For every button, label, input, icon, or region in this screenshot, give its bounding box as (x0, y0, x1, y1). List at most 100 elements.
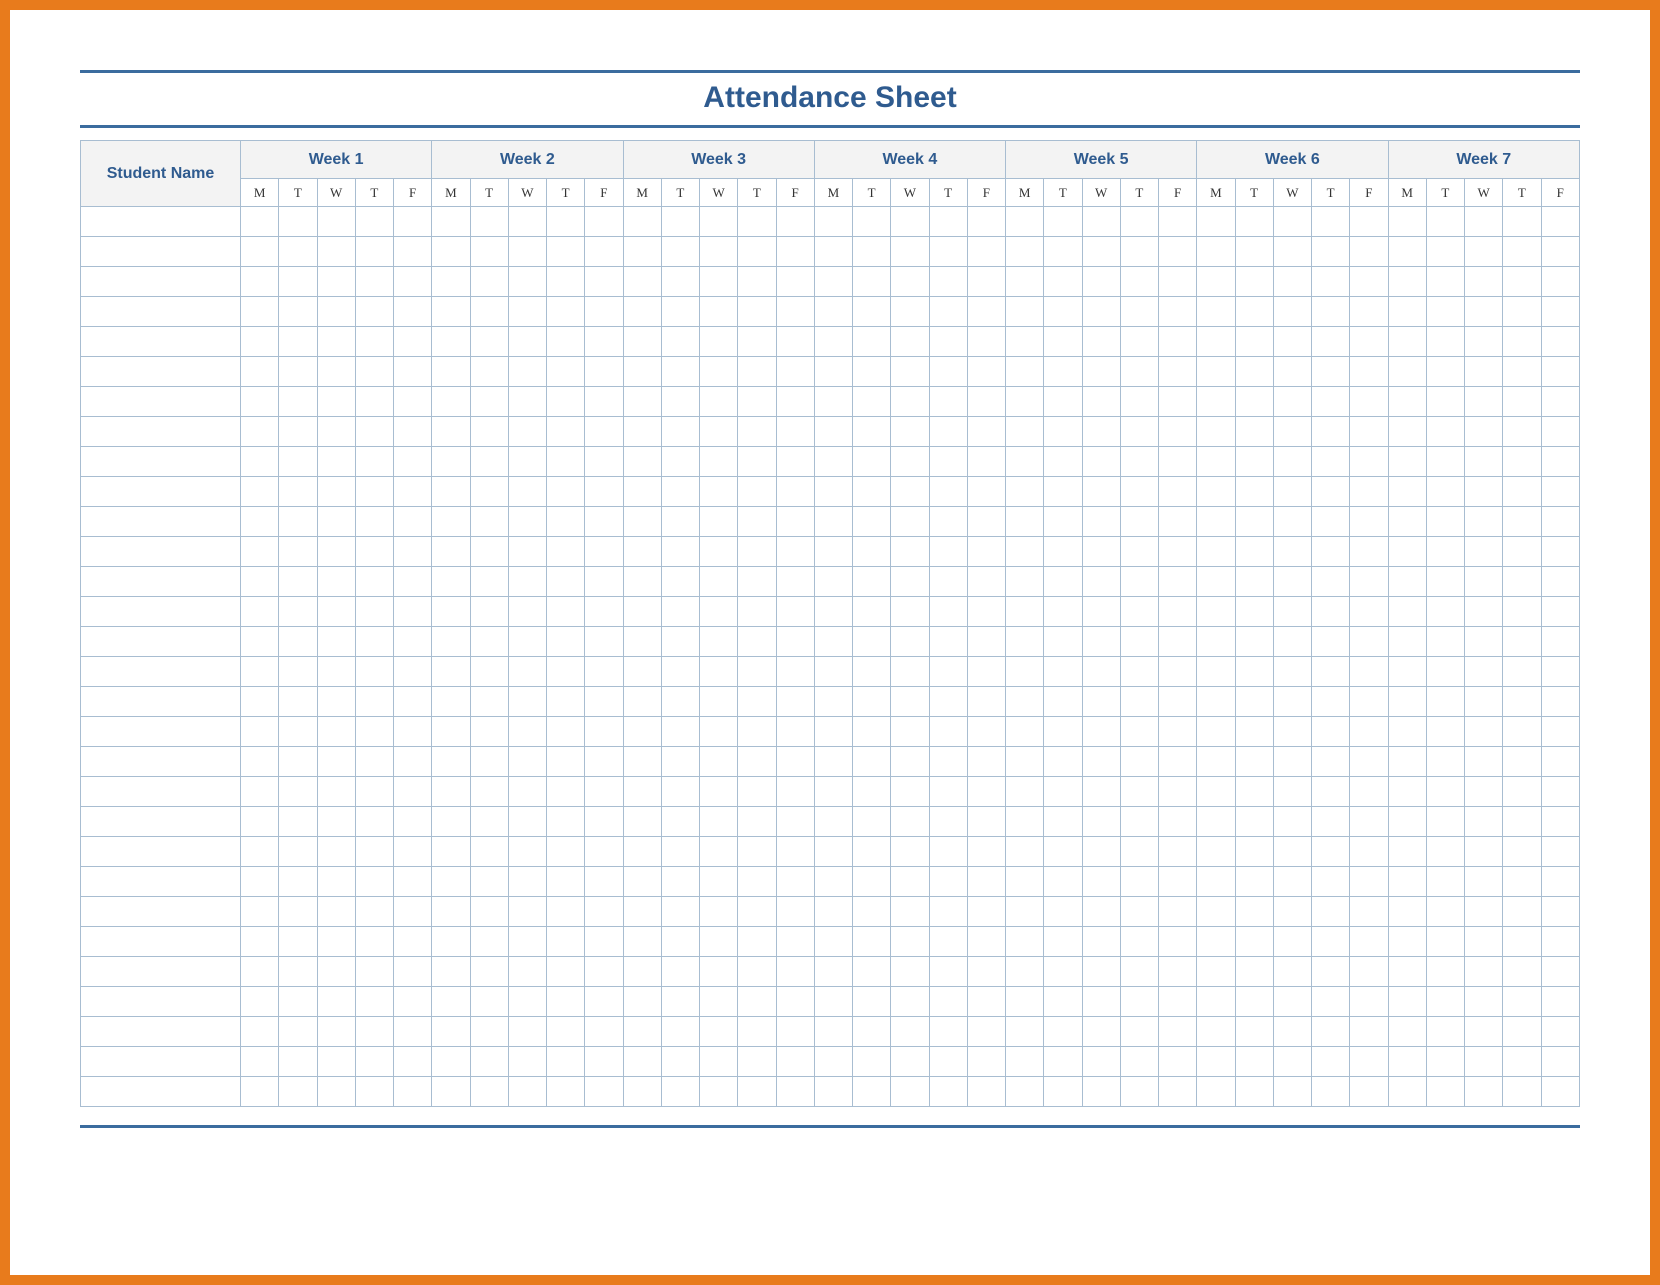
attendance-cell[interactable] (355, 927, 393, 957)
attendance-cell[interactable] (1273, 897, 1311, 927)
attendance-cell[interactable] (585, 1017, 623, 1047)
attendance-cell[interactable] (929, 897, 967, 927)
attendance-cell[interactable] (355, 477, 393, 507)
attendance-cell[interactable] (814, 597, 852, 627)
attendance-cell[interactable] (891, 267, 929, 297)
attendance-cell[interactable] (623, 807, 661, 837)
attendance-cell[interactable] (279, 327, 317, 357)
attendance-cell[interactable] (1120, 657, 1158, 687)
attendance-cell[interactable] (738, 1077, 776, 1107)
attendance-cell[interactable] (1388, 867, 1426, 897)
attendance-cell[interactable] (1350, 837, 1388, 867)
student-name-cell[interactable] (81, 567, 241, 597)
attendance-cell[interactable] (470, 1017, 508, 1047)
attendance-cell[interactable] (1273, 597, 1311, 627)
attendance-cell[interactable] (279, 507, 317, 537)
attendance-cell[interactable] (1120, 567, 1158, 597)
attendance-cell[interactable] (1541, 597, 1580, 627)
attendance-cell[interactable] (1541, 267, 1580, 297)
attendance-cell[interactable] (1082, 267, 1120, 297)
attendance-cell[interactable] (1082, 717, 1120, 747)
attendance-cell[interactable] (1541, 747, 1580, 777)
attendance-cell[interactable] (967, 1047, 1005, 1077)
attendance-cell[interactable] (776, 747, 814, 777)
attendance-cell[interactable] (1541, 657, 1580, 687)
attendance-cell[interactable] (432, 657, 470, 687)
attendance-cell[interactable] (661, 447, 699, 477)
attendance-cell[interactable] (1044, 657, 1082, 687)
attendance-cell[interactable] (585, 567, 623, 597)
attendance-cell[interactable] (355, 957, 393, 987)
attendance-cell[interactable] (1426, 417, 1464, 447)
attendance-cell[interactable] (1350, 747, 1388, 777)
attendance-cell[interactable] (1273, 387, 1311, 417)
attendance-cell[interactable] (394, 657, 432, 687)
attendance-cell[interactable] (1426, 777, 1464, 807)
attendance-cell[interactable] (1541, 627, 1580, 657)
attendance-cell[interactable] (1159, 537, 1197, 567)
attendance-cell[interactable] (585, 1047, 623, 1077)
attendance-cell[interactable] (1388, 477, 1426, 507)
attendance-cell[interactable] (585, 897, 623, 927)
attendance-cell[interactable] (470, 657, 508, 687)
attendance-cell[interactable] (700, 687, 738, 717)
attendance-cell[interactable] (623, 627, 661, 657)
attendance-cell[interactable] (623, 237, 661, 267)
attendance-cell[interactable] (853, 987, 891, 1017)
attendance-cell[interactable] (738, 897, 776, 927)
attendance-cell[interactable] (432, 927, 470, 957)
attendance-cell[interactable] (700, 537, 738, 567)
attendance-cell[interactable] (317, 417, 355, 447)
attendance-cell[interactable] (470, 567, 508, 597)
attendance-cell[interactable] (241, 957, 279, 987)
attendance-cell[interactable] (1006, 627, 1044, 657)
attendance-cell[interactable] (1541, 807, 1580, 837)
attendance-cell[interactable] (776, 927, 814, 957)
attendance-cell[interactable] (1388, 807, 1426, 837)
attendance-cell[interactable] (1426, 837, 1464, 867)
attendance-cell[interactable] (355, 207, 393, 237)
attendance-cell[interactable] (929, 507, 967, 537)
attendance-cell[interactable] (814, 357, 852, 387)
attendance-cell[interactable] (432, 957, 470, 987)
attendance-cell[interactable] (279, 1077, 317, 1107)
attendance-cell[interactable] (967, 237, 1005, 267)
attendance-cell[interactable] (1465, 477, 1503, 507)
attendance-cell[interactable] (1159, 357, 1197, 387)
attendance-cell[interactable] (279, 777, 317, 807)
attendance-cell[interactable] (814, 717, 852, 747)
attendance-cell[interactable] (661, 687, 699, 717)
attendance-cell[interactable] (1044, 777, 1082, 807)
attendance-cell[interactable] (394, 1017, 432, 1047)
attendance-cell[interactable] (891, 387, 929, 417)
attendance-cell[interactable] (929, 327, 967, 357)
attendance-cell[interactable] (1082, 237, 1120, 267)
attendance-cell[interactable] (1350, 627, 1388, 657)
attendance-cell[interactable] (1235, 897, 1273, 927)
attendance-cell[interactable] (1120, 417, 1158, 447)
attendance-cell[interactable] (1044, 477, 1082, 507)
attendance-cell[interactable] (1541, 1077, 1580, 1107)
attendance-cell[interactable] (355, 717, 393, 747)
attendance-cell[interactable] (1503, 957, 1541, 987)
attendance-cell[interactable] (1006, 327, 1044, 357)
attendance-cell[interactable] (1006, 897, 1044, 927)
attendance-cell[interactable] (1312, 987, 1350, 1017)
attendance-cell[interactable] (1044, 687, 1082, 717)
attendance-cell[interactable] (1159, 327, 1197, 357)
attendance-cell[interactable] (279, 627, 317, 657)
attendance-cell[interactable] (814, 507, 852, 537)
attendance-cell[interactable] (1235, 1017, 1273, 1047)
attendance-cell[interactable] (814, 867, 852, 897)
attendance-cell[interactable] (967, 1077, 1005, 1107)
attendance-cell[interactable] (1082, 687, 1120, 717)
attendance-cell[interactable] (355, 567, 393, 597)
attendance-cell[interactable] (547, 927, 585, 957)
attendance-cell[interactable] (776, 237, 814, 267)
attendance-cell[interactable] (700, 297, 738, 327)
attendance-cell[interactable] (317, 987, 355, 1017)
attendance-cell[interactable] (1465, 927, 1503, 957)
attendance-cell[interactable] (470, 357, 508, 387)
attendance-cell[interactable] (776, 357, 814, 387)
attendance-cell[interactable] (508, 447, 546, 477)
